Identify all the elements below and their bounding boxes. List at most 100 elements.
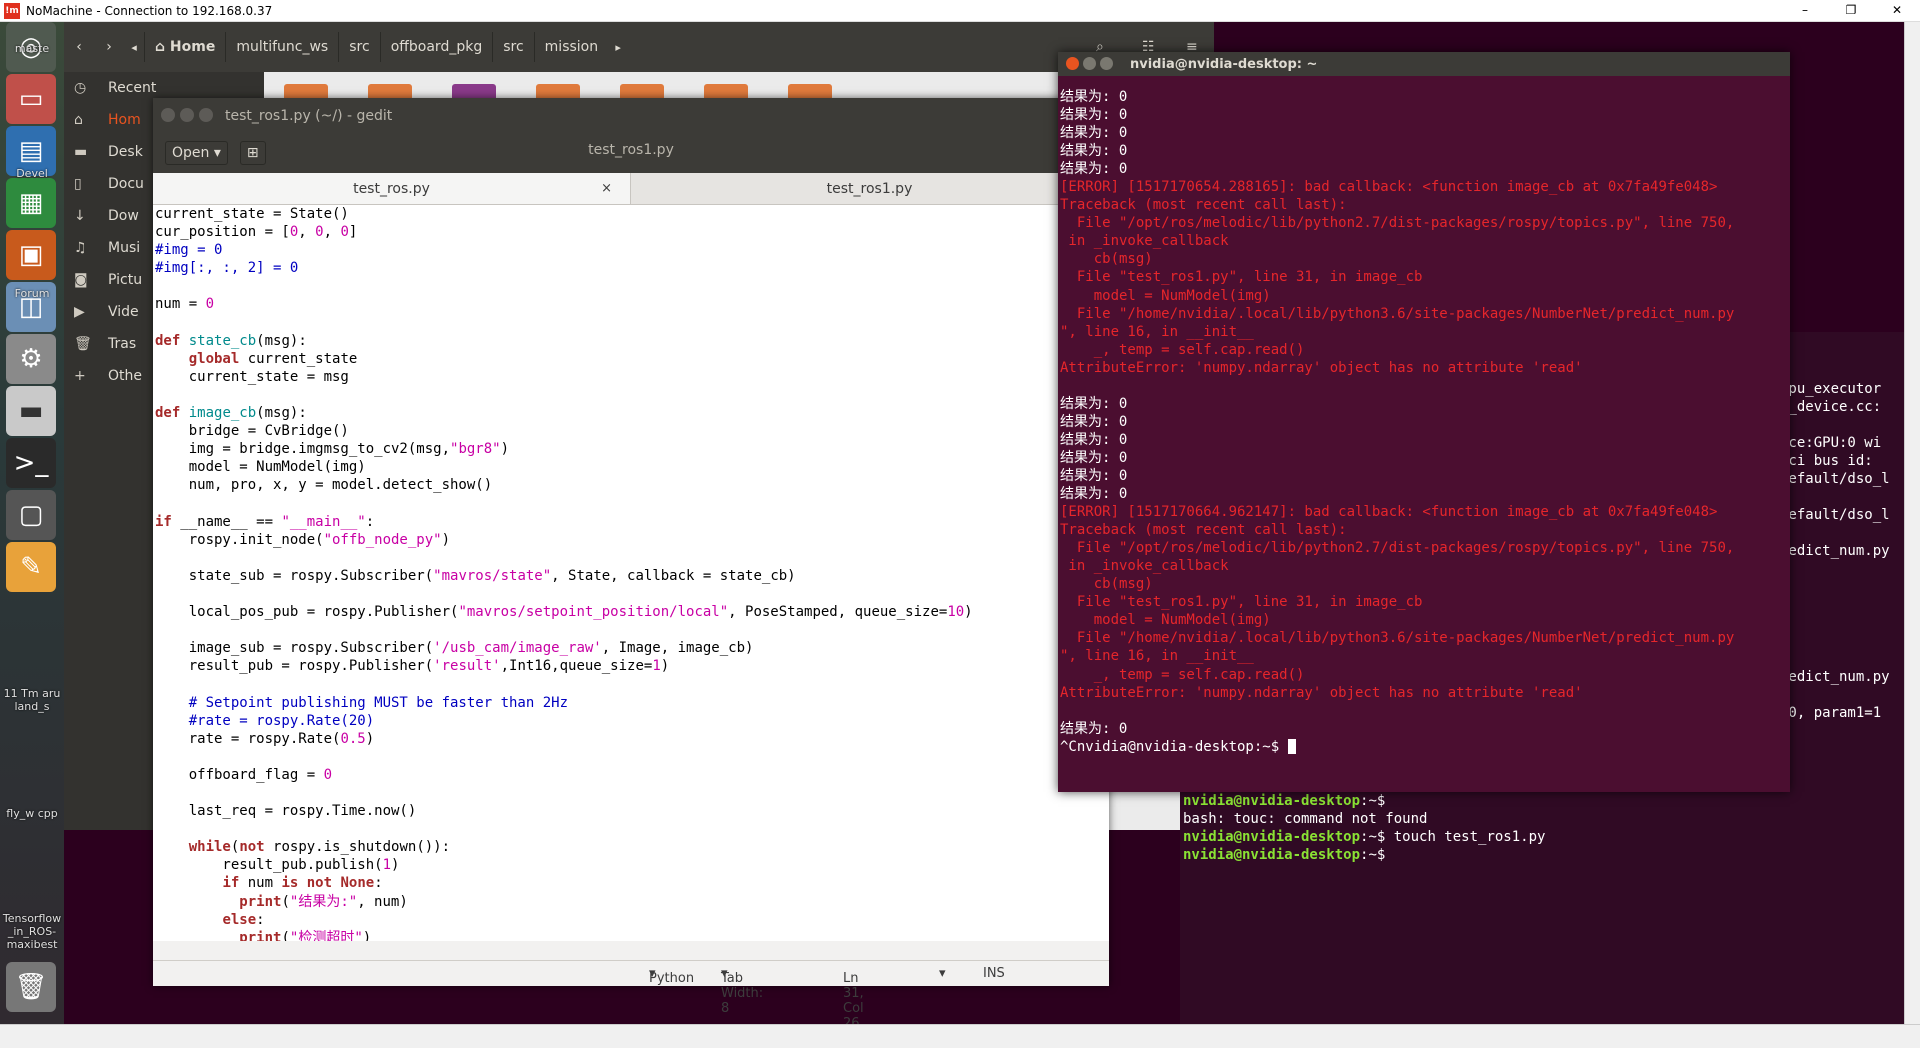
terminal-line: 结果为: 0 (1060, 89, 1128, 105)
code-line[interactable]: else: (155, 911, 1109, 929)
close-icon[interactable] (161, 108, 175, 122)
terminal-line: File "/opt/ros/melodic/lib/python2.7/dis… (1060, 540, 1735, 557)
folder-icon[interactable] (704, 84, 748, 98)
document-icon: ▯ (74, 176, 82, 192)
tab-width-selector[interactable]: Tab Width: 8 ▾ (721, 966, 763, 1016)
code-line[interactable] (155, 549, 1109, 567)
line-text: bash: touc: command not found (1183, 811, 1428, 828)
terminal-line: in _invoke_callback (1060, 233, 1229, 250)
insert-mode[interactable]: INS (983, 966, 1005, 981)
code-line[interactable]: rate = rospy.Rate(0.5) (155, 730, 1109, 748)
maximize-button[interactable]: ❐ (1828, 0, 1874, 22)
folder-icon[interactable] (284, 84, 328, 98)
code-line[interactable]: if num is not None: (155, 874, 1109, 892)
code-line[interactable]: result_pub.publish(1) (155, 856, 1109, 874)
code-line[interactable]: def image_cb(msg): (155, 404, 1109, 422)
code-line[interactable]: current_state = State() (155, 205, 1109, 223)
breadcrumb-item[interactable]: offboard_pkg (379, 32, 493, 62)
code-line[interactable] (155, 748, 1109, 766)
code-line[interactable]: #rate = rospy.Rate(20) (155, 712, 1109, 730)
breadcrumb-home[interactable]: ⌂ Home (144, 32, 225, 62)
maximize-icon[interactable] (199, 108, 213, 122)
code-line[interactable] (155, 820, 1109, 838)
code-line[interactable]: global current_state (155, 350, 1109, 368)
music-icon: ♫ (74, 240, 87, 256)
display-icon[interactable]: ▢ (6, 490, 56, 540)
minimize-button[interactable]: – (1782, 0, 1828, 22)
code-line[interactable]: image_sub = rospy.Subscriber('/usb_cam/i… (155, 639, 1109, 657)
code-line[interactable] (155, 314, 1109, 332)
code-line[interactable]: def state_cb(msg): (155, 332, 1109, 350)
code-line[interactable] (155, 386, 1109, 404)
code-line[interactable] (155, 277, 1109, 295)
text-editor-icon[interactable]: ✎ (6, 542, 56, 592)
back-icon[interactable]: ‹ (64, 39, 94, 55)
terminal-icon[interactable]: >_ (6, 438, 56, 488)
code-line[interactable]: bridge = CvBridge() (155, 422, 1109, 440)
code-line[interactable]: offboard_flag = 0 (155, 766, 1109, 784)
terminal-prompt[interactable]: ^Cnvidia@nvidia-desktop:~$ (1060, 738, 1790, 756)
new-tab-icon[interactable]: ⊞ (239, 141, 266, 165)
code-editor[interactable]: current_state = State() cur_position = [0… (153, 205, 1109, 941)
close-button[interactable]: ✕ (1874, 0, 1920, 22)
breadcrumb-item[interactable]: multifunc_ws (225, 32, 338, 62)
tab-test-ros[interactable]: test_ros.py × (153, 173, 631, 204)
code-line[interactable]: #img = 0 (155, 241, 1109, 259)
folder-icon[interactable] (788, 84, 832, 98)
code-line[interactable]: model = NumModel(img) (155, 458, 1109, 476)
minimize-icon[interactable] (1083, 57, 1096, 70)
dropdown-icon[interactable]: ▾ (939, 966, 946, 981)
tab-test-ros1[interactable]: test_ros1.py (631, 173, 1109, 204)
maximize-icon[interactable] (1100, 57, 1113, 70)
desktop-label: Devel (16, 167, 48, 180)
breadcrumb-item[interactable]: src (338, 32, 379, 62)
vertical-scrollbar[interactable] (1904, 22, 1920, 1024)
scroll-left-icon[interactable]: ◂ (124, 41, 144, 54)
foreground-terminal[interactable]: nvidia@nvidia-desktop: ~ 结果为: 0 结果为: 0 结果为… (1058, 52, 1790, 792)
folder-icon[interactable] (536, 84, 580, 98)
code-line[interactable]: cur_position = [0, 0, 0] (155, 223, 1109, 241)
code-line[interactable]: state_sub = rospy.Subscriber("mavros/sta… (155, 567, 1109, 585)
horizontal-scrollbar[interactable] (0, 1024, 1920, 1048)
terminal-output[interactable]: 结果为: 0 结果为: 0 结果为: 0 结果为: 0 结果为: 0 [ERROR] [1… (1058, 76, 1790, 792)
forward-icon[interactable]: › (94, 39, 124, 55)
code-line[interactable]: print("结果为:", num) (155, 893, 1109, 911)
code-line[interactable] (155, 675, 1109, 693)
code-line[interactable]: rospy.init_node("offb_node_py") (155, 531, 1109, 549)
code-line[interactable]: result_pub = rospy.Publisher('result',In… (155, 657, 1109, 675)
scroll-right-icon[interactable]: ▸ (608, 41, 628, 54)
terminal-line: 结果为: 0 (1060, 431, 1128, 448)
code-line[interactable]: num, pro, x, y = model.detect_show() (155, 476, 1109, 494)
code-line[interactable]: #img[:, :, 2] = 0 (155, 259, 1109, 277)
settings-icon[interactable]: ⚙ (6, 334, 56, 384)
trash-icon[interactable]: 🗑 (6, 962, 56, 1012)
files-icon[interactable]: ▭ (6, 74, 56, 124)
breadcrumb-item[interactable]: src (492, 32, 533, 62)
code-line[interactable] (155, 621, 1109, 639)
prompt-user: nvidia@nvidia-desktop (1183, 847, 1361, 864)
folder-icon[interactable] (368, 84, 412, 98)
code-line[interactable]: img = bridge.imgmsg_to_cv2(msg,"bgr8") (155, 440, 1109, 458)
breadcrumb-item[interactable]: mission (533, 32, 608, 62)
code-line[interactable]: while(not rospy.is_shutdown()): (155, 838, 1109, 856)
code-line[interactable] (155, 495, 1109, 513)
code-line[interactable]: if __name__ == "__main__": (155, 513, 1109, 531)
folder-icon[interactable] (620, 84, 664, 98)
folder-icon[interactable] (452, 84, 496, 98)
calc-icon[interactable]: ▦ (6, 178, 56, 228)
code-line[interactable]: last_req = rospy.Time.now() (155, 802, 1109, 820)
code-line[interactable]: # Setpoint publishing MUST be faster tha… (155, 694, 1109, 712)
code-line[interactable]: print("检测超时") (155, 929, 1109, 941)
code-line[interactable]: local_pos_pub = rospy.Publisher("mavros/… (155, 603, 1109, 621)
code-line[interactable] (155, 784, 1109, 802)
drive-icon[interactable]: ▬ (6, 386, 56, 436)
close-icon[interactable] (1066, 57, 1079, 70)
code-line[interactable] (155, 585, 1109, 603)
code-line[interactable]: current_state = msg (155, 368, 1109, 386)
language-selector[interactable]: Python ▾ (649, 966, 694, 986)
open-button[interactable]: Open ▾ (165, 141, 228, 165)
close-tab-icon[interactable]: × (601, 181, 612, 196)
impress-icon[interactable]: ▣ (6, 230, 56, 280)
minimize-icon[interactable] (180, 108, 194, 122)
code-line[interactable]: num = 0 (155, 295, 1109, 313)
